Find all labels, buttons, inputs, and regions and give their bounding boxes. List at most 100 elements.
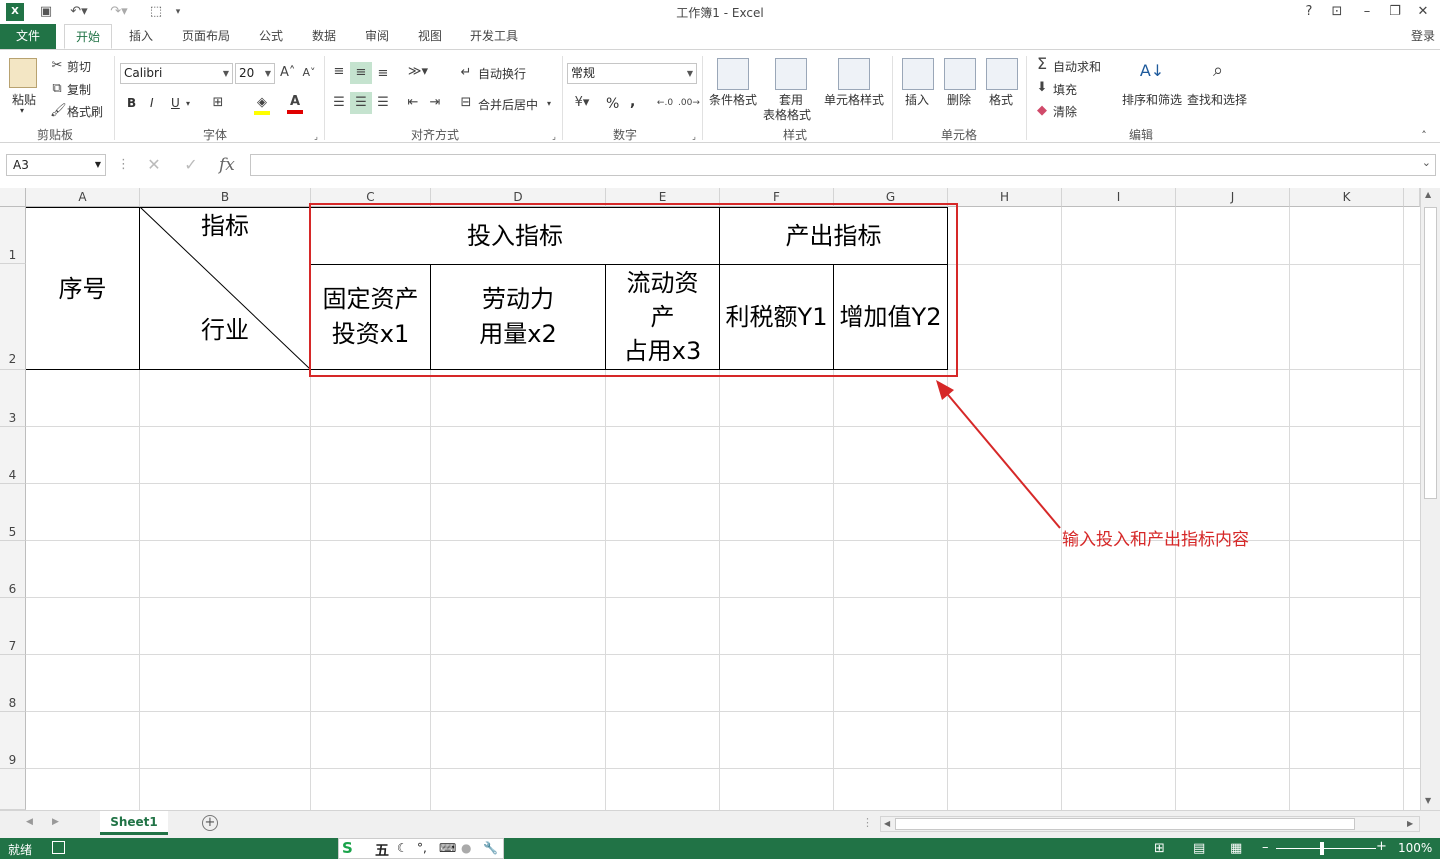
- sort-filter-button[interactable]: 排序和筛选: [1122, 91, 1182, 108]
- tab-page-layout[interactable]: 页面布局: [174, 24, 238, 49]
- bold-button[interactable]: B: [127, 96, 136, 110]
- column-header[interactable]: B: [140, 188, 311, 207]
- insert-cells-icon[interactable]: [902, 58, 934, 90]
- wrap-text-button[interactable]: 自动换行: [478, 65, 526, 82]
- insert-function-button[interactable]: fx: [219, 155, 235, 175]
- font-size-combo[interactable]: 20 ▼: [235, 63, 275, 84]
- delete-cells-icon[interactable]: [944, 58, 976, 90]
- wrench-icon[interactable]: 🔧: [483, 841, 498, 855]
- tab-developer[interactable]: 开发工具: [462, 24, 526, 49]
- merge-center-icon[interactable]: ⊟: [458, 95, 474, 111]
- fill-color-icon[interactable]: ◈: [254, 95, 270, 115]
- dialog-launcher-icon[interactable]: ⌟: [690, 129, 698, 145]
- decrease-decimal-icon[interactable]: .00→: [678, 95, 700, 111]
- vertical-scrollbar[interactable]: ▲ ▼: [1420, 188, 1440, 810]
- worksheet-grid[interactable]: A B C D E F G H I J K 1 2 3 4 5 6 7 8 9: [0, 188, 1420, 810]
- insert-cells-button[interactable]: 插入: [905, 91, 929, 108]
- font-color-icon[interactable]: A: [287, 94, 303, 114]
- row-header[interactable]: 3: [0, 370, 26, 427]
- orientation-icon[interactable]: ≫▾: [406, 64, 430, 80]
- autosum-icon[interactable]: Σ: [1034, 56, 1050, 72]
- row-header[interactable]: 2: [0, 264, 26, 370]
- fill-icon[interactable]: ⬇: [1034, 80, 1050, 96]
- scroll-thumb[interactable]: [1424, 207, 1437, 499]
- tab-data[interactable]: 数据: [303, 24, 345, 49]
- name-box[interactable]: A3 ▼: [6, 154, 106, 176]
- zoom-level[interactable]: 100%: [1398, 841, 1432, 855]
- conditional-format-icon[interactable]: [717, 58, 749, 90]
- column-header[interactable]: J: [1176, 188, 1290, 207]
- italic-button[interactable]: I: [150, 96, 154, 110]
- cancel-entry-icon[interactable]: ✕: [145, 157, 163, 173]
- sort-filter-icon[interactable]: A↓: [1137, 56, 1167, 86]
- format-painter-button[interactable]: 格式刷: [67, 103, 103, 120]
- collapse-ribbon-icon[interactable]: ˄: [1418, 128, 1430, 144]
- merge-dropdown-icon[interactable]: ▾: [545, 96, 553, 112]
- scroll-down-icon[interactable]: ▼: [1425, 796, 1431, 805]
- clear-button[interactable]: 清除: [1053, 103, 1077, 120]
- prev-sheet-icon[interactable]: ◀: [26, 817, 33, 827]
- tab-insert[interactable]: 插入: [120, 24, 162, 49]
- comma-button[interactable]: ,: [630, 94, 635, 110]
- tab-review[interactable]: 审阅: [356, 24, 398, 49]
- paste-icon[interactable]: [9, 58, 37, 88]
- find-select-button[interactable]: 查找和选择: [1187, 91, 1247, 108]
- row-header[interactable]: 8: [0, 655, 26, 712]
- tab-view[interactable]: 视图: [409, 24, 451, 49]
- currency-icon[interactable]: ¥▾: [570, 95, 594, 111]
- expand-formula-icon[interactable]: ⌄: [1422, 156, 1431, 169]
- align-center-icon[interactable]: ☰: [350, 92, 372, 114]
- increase-decimal-icon[interactable]: ←.0: [655, 95, 675, 111]
- cut-icon[interactable]: ✂: [50, 58, 64, 74]
- wrap-text-icon[interactable]: ↵: [458, 65, 474, 81]
- signin-link[interactable]: 登录: [1406, 24, 1440, 49]
- close-button[interactable]: ✕: [1412, 2, 1434, 22]
- row-header[interactable]: 7: [0, 598, 26, 655]
- font-name-combo[interactable]: Calibri ▼: [120, 63, 233, 84]
- clear-icon[interactable]: ◆: [1034, 103, 1050, 119]
- delete-cells-button[interactable]: 删除: [947, 91, 971, 108]
- percent-button[interactable]: %: [606, 96, 619, 112]
- dialog-launcher-icon[interactable]: ⌟: [550, 129, 558, 145]
- align-right-icon[interactable]: ☰: [375, 95, 391, 111]
- column-header[interactable]: K: [1290, 188, 1404, 207]
- formula-input[interactable]: ⌄: [250, 154, 1436, 176]
- ime-toolbar[interactable]: S 五 ☾ °, ⌨ ● 🔧: [338, 838, 504, 859]
- borders-icon[interactable]: ⊞: [210, 95, 226, 111]
- row-header[interactable]: 6: [0, 541, 26, 598]
- format-as-table-icon[interactable]: [775, 58, 807, 90]
- macro-record-icon[interactable]: [52, 841, 65, 854]
- dialog-launcher-icon[interactable]: ⌟: [312, 129, 320, 145]
- normal-view-icon[interactable]: ⊞: [1154, 841, 1165, 856]
- merge-center-button[interactable]: 合并后居中: [478, 96, 538, 113]
- align-left-icon[interactable]: ☰: [331, 95, 347, 111]
- autosum-button[interactable]: 自动求和: [1053, 58, 1101, 75]
- zoom-in-icon[interactable]: +: [1376, 839, 1387, 854]
- help-button[interactable]: ?: [1298, 2, 1320, 22]
- scroll-left-icon[interactable]: ◀: [884, 819, 890, 828]
- fill-button[interactable]: 填充: [1053, 81, 1077, 98]
- hscroll-thumb[interactable]: [895, 818, 1355, 830]
- page-layout-view-icon[interactable]: ▤: [1193, 841, 1205, 856]
- cut-button[interactable]: 剪切: [67, 58, 91, 75]
- horizontal-scrollbar[interactable]: ◀ ▶: [880, 816, 1420, 832]
- format-painter-icon[interactable]: 🖌: [50, 103, 67, 119]
- sheet-tab-sheet1[interactable]: Sheet1: [100, 811, 168, 835]
- zoom-slider[interactable]: [1276, 848, 1376, 849]
- decrease-indent-icon[interactable]: ⇤: [405, 95, 421, 111]
- row-header[interactable]: 1: [0, 207, 26, 264]
- shrink-font-icon[interactable]: A˅: [302, 65, 316, 81]
- punctuation-icon[interactable]: °,: [417, 841, 427, 855]
- align-bottom-icon[interactable]: ≡: [375, 66, 391, 82]
- scroll-up-icon[interactable]: ▲: [1425, 190, 1431, 199]
- scroll-right-icon[interactable]: ▶: [1407, 819, 1413, 828]
- tab-formulas[interactable]: 公式: [250, 24, 292, 49]
- tab-home[interactable]: 开始: [64, 24, 112, 49]
- copy-icon[interactable]: ⧉: [50, 81, 64, 97]
- next-sheet-icon[interactable]: ▶: [52, 817, 59, 827]
- ime-mode[interactable]: 五: [375, 840, 389, 860]
- moon-icon[interactable]: ☾: [397, 841, 408, 855]
- align-middle-icon[interactable]: ≡: [350, 62, 372, 84]
- ribbon-display-icon[interactable]: ⊡: [1326, 2, 1348, 22]
- column-header[interactable]: H: [948, 188, 1062, 207]
